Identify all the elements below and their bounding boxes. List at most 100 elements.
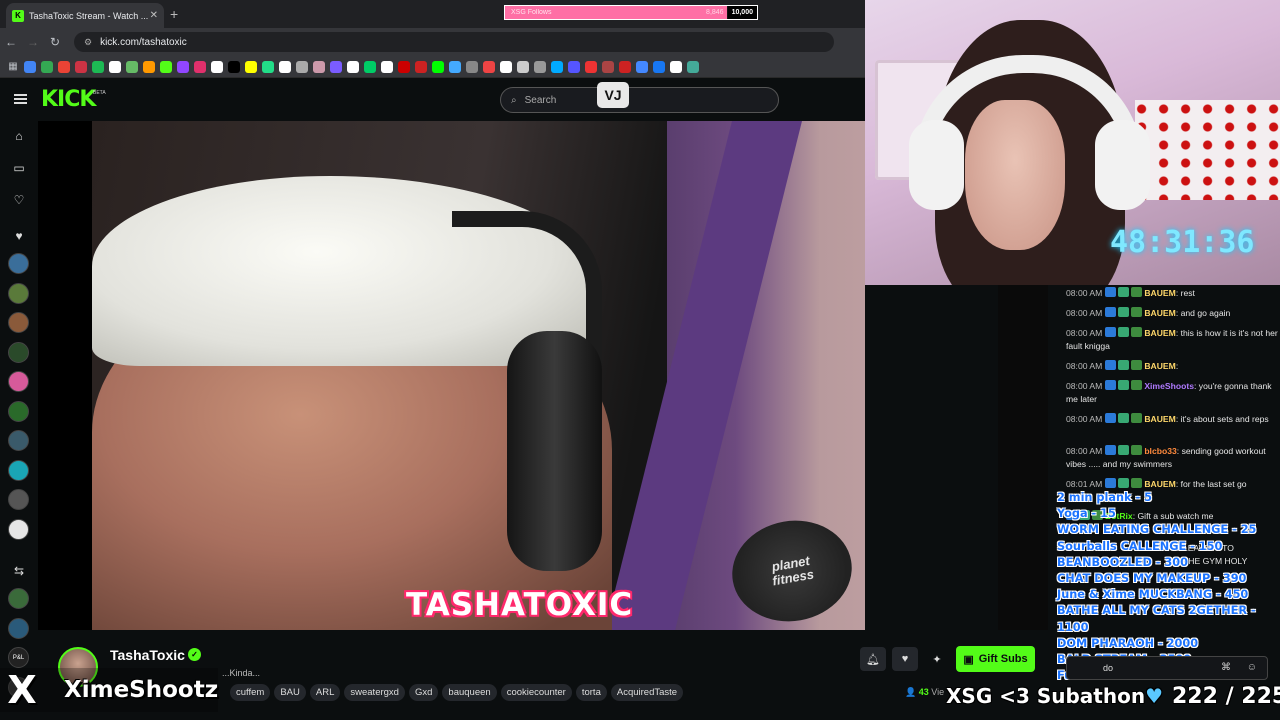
followed-channel-avatar[interactable]: [8, 341, 29, 363]
tag-chip[interactable]: ARL: [309, 684, 341, 701]
bookmark-icon[interactable]: [210, 60, 223, 73]
bookmark-icon[interactable]: [397, 60, 410, 73]
bookmark-icon[interactable]: [261, 60, 274, 73]
bookmark-icon[interactable]: [516, 60, 529, 73]
tag-chip[interactable]: sweatergxd: [344, 684, 405, 701]
bookmark-icon[interactable]: [159, 60, 172, 73]
followed-channel-avatar[interactable]: [8, 282, 29, 304]
home-icon[interactable]: ⌂: [11, 129, 27, 143]
bookmark-icon[interactable]: [431, 60, 444, 73]
followed-channel-avatar[interactable]: [8, 371, 29, 392]
bookmark-icon[interactable]: [584, 60, 597, 73]
bookmark-icon[interactable]: [329, 60, 342, 73]
bookmark-icon[interactable]: [618, 60, 631, 73]
followed-channel-avatar[interactable]: [8, 489, 29, 510]
bookmark-icon[interactable]: [91, 60, 104, 73]
search-input[interactable]: ⌕ Search: [500, 87, 779, 113]
bookmark-icon[interactable]: [669, 60, 682, 73]
bookmark-icon[interactable]: [125, 60, 138, 73]
chat-badge-icon: [1131, 445, 1143, 455]
followed-channel-avatar[interactable]: [8, 518, 29, 540]
bookmark-icon[interactable]: [193, 60, 206, 73]
chat-username[interactable]: XimeShoots: [1144, 381, 1194, 391]
menu-icon[interactable]: [14, 94, 27, 104]
heart-icon[interactable]: ♡: [11, 193, 27, 207]
video-player[interactable]: planet fitness TASHATOXIC: [38, 121, 865, 630]
chat-input[interactable]: do ⌘ ☺: [1066, 656, 1268, 680]
followed-channel-avatar[interactable]: [8, 312, 29, 333]
follow-heart-icon[interactable]: ♥: [892, 647, 918, 671]
back-icon[interactable]: ←: [0, 35, 22, 49]
site-info-icon[interactable]: ⚙: [84, 37, 92, 48]
close-tab-icon[interactable]: ✕: [150, 10, 158, 21]
bookmark-icon[interactable]: [142, 60, 155, 73]
recommended-channel-avatar[interactable]: P&L: [8, 647, 29, 668]
browser-tab[interactable]: K TashaToxic Stream - Watch ... ✕: [6, 3, 164, 28]
tag-chip[interactable]: AcquiredTaste: [610, 684, 684, 701]
bookmark-icon[interactable]: [227, 60, 240, 73]
notification-bell-icon[interactable]: 🔔︎: [860, 647, 886, 671]
tag-chip[interactable]: BAU: [274, 684, 306, 701]
chat-username[interactable]: BAUEM: [1144, 288, 1176, 298]
chat-badge-icon: [1131, 307, 1143, 317]
bookmark-icon[interactable]: [652, 60, 665, 73]
bookmark-icon[interactable]: [40, 60, 53, 73]
bookmark-icon[interactable]: [312, 60, 325, 73]
bookmark-icon[interactable]: [74, 60, 87, 73]
gift-icon[interactable]: ✦: [924, 647, 950, 671]
bookmark-icon[interactable]: [346, 60, 359, 73]
extension-badge[interactable]: VJ: [597, 82, 629, 108]
bookmark-icon[interactable]: [499, 60, 512, 73]
followed-channel-avatar[interactable]: [8, 253, 29, 274]
tag-chip[interactable]: bauqueen: [442, 684, 497, 701]
apps-grid-icon[interactable]: ▦: [6, 61, 20, 72]
kick-logo[interactable]: KICK: [41, 87, 96, 112]
bookmark-icon[interactable]: [278, 60, 291, 73]
bookmark-icon[interactable]: [448, 60, 461, 73]
recommended-channel-avatar[interactable]: [8, 617, 29, 639]
bookmark-icon[interactable]: [567, 60, 580, 73]
followed-channel-avatar[interactable]: [8, 459, 29, 481]
bookmark-icon[interactable]: [108, 60, 121, 73]
bookmark-icon[interactable]: [601, 60, 614, 73]
chat-username[interactable]: BAUEM: [1144, 308, 1176, 318]
followed-channel-avatar[interactable]: [8, 430, 29, 451]
bookmark-icon[interactable]: [482, 60, 495, 73]
x-handle: XimeShootz: [64, 677, 219, 703]
bookmark-icon[interactable]: [363, 60, 376, 73]
channel-name[interactable]: TashaToxic: [110, 647, 185, 663]
bookmark-icon[interactable]: [244, 60, 257, 73]
tag-chip[interactable]: Gxd: [408, 684, 439, 701]
chat-username[interactable]: BAUEM: [1144, 414, 1176, 424]
bookmark-icon[interactable]: [550, 60, 563, 73]
bookmark-icon[interactable]: [533, 60, 546, 73]
bookmark-icon[interactable]: [57, 60, 70, 73]
forward-icon[interactable]: →: [22, 35, 44, 49]
url-input[interactable]: ⚙ kick.com/tashatoxic: [74, 32, 834, 52]
chat-username[interactable]: BAUEM: [1144, 328, 1176, 338]
new-tab-icon[interactable]: +: [170, 6, 178, 22]
bookmark-icon[interactable]: [414, 60, 427, 73]
collapse-icon[interactable]: ⇆: [11, 564, 27, 578]
chat-username[interactable]: BAUEM: [1144, 479, 1176, 489]
bookmark-icon[interactable]: [465, 60, 478, 73]
bookmark-icon[interactable]: [295, 60, 308, 73]
tag-chip[interactable]: cookiecounter: [500, 684, 572, 701]
bookmark-icon[interactable]: [635, 60, 648, 73]
bookmark-icon[interactable]: [380, 60, 393, 73]
tag-chip[interactable]: cuffem: [230, 684, 271, 701]
followed-channel-avatar[interactable]: [8, 400, 29, 422]
bookmark-icon[interactable]: [686, 60, 699, 73]
command-icon[interactable]: ⌘: [1221, 662, 1231, 673]
recommended-channel-avatar[interactable]: [8, 588, 29, 609]
following-icon[interactable]: ▭: [11, 161, 27, 175]
emoji-icon[interactable]: ☺: [1247, 662, 1257, 673]
reload-icon[interactable]: ↻: [44, 35, 66, 49]
chat-username[interactable]: BAUEM: [1144, 361, 1176, 371]
tag-chip[interactable]: torta: [575, 684, 607, 701]
gift-subs-button[interactable]: ▣ Gift Subs: [956, 646, 1035, 672]
bookmark-icon[interactable]: [23, 60, 36, 73]
bookmark-icon[interactable]: [176, 60, 189, 73]
menu-line: BATHE ALL MY CATS 2GETHER - 1100: [1057, 604, 1256, 634]
chat-username[interactable]: blcbo33: [1144, 446, 1176, 456]
